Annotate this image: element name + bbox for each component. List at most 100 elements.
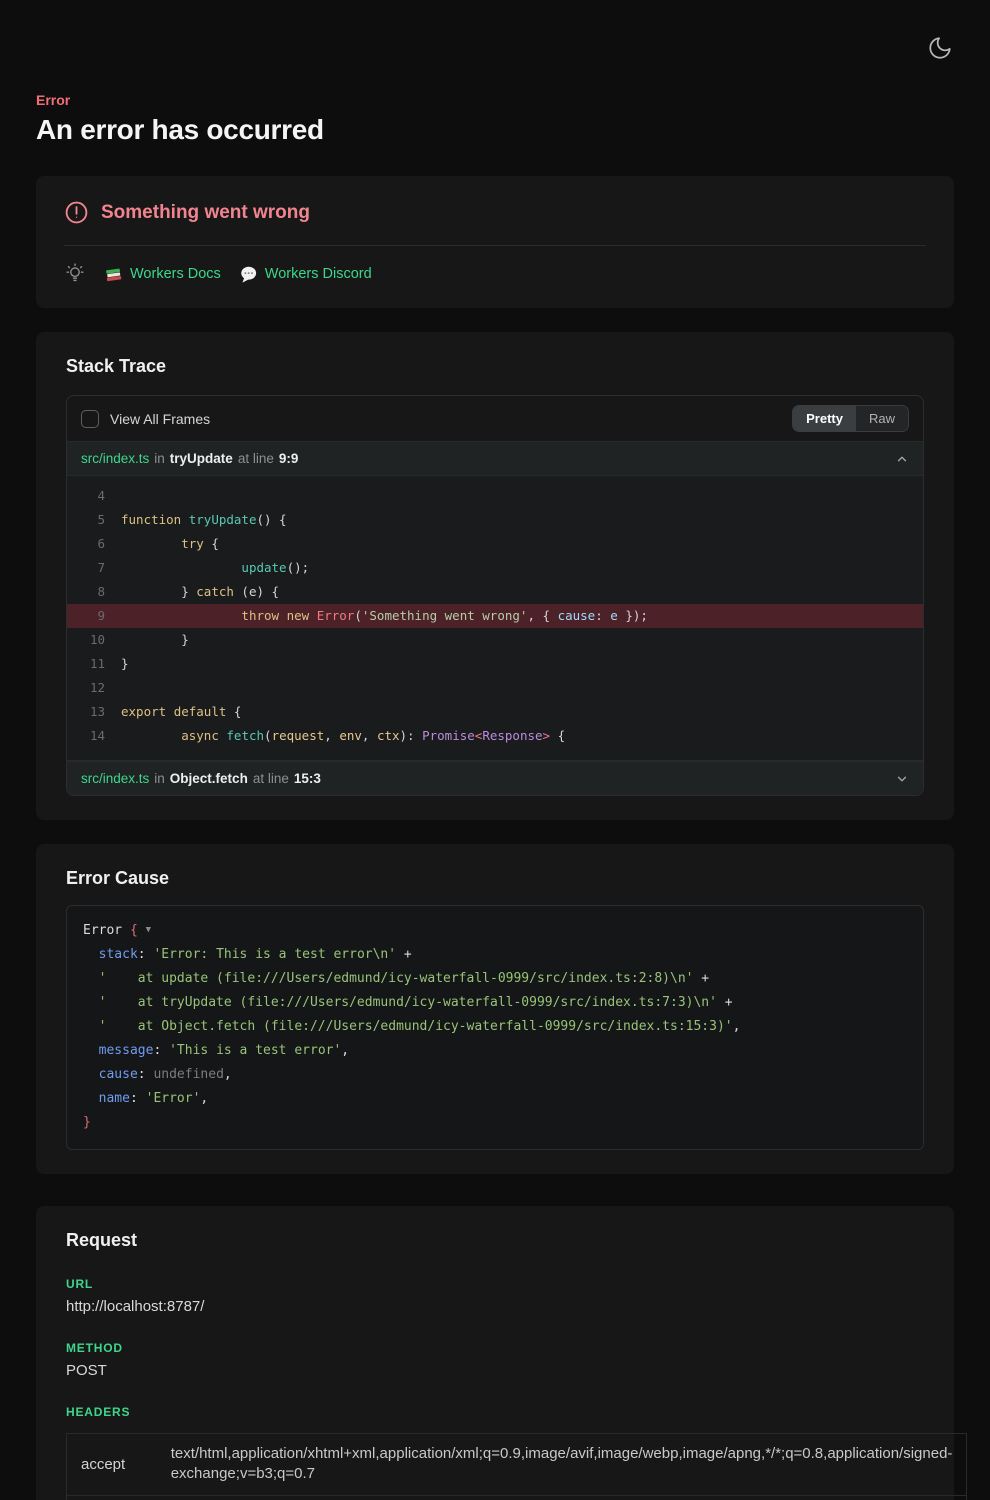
code-token — [279, 608, 287, 623]
frame-line: 15:3 — [294, 771, 321, 786]
code-token: name — [99, 1091, 130, 1106]
code-token — [181, 512, 189, 527]
line-number: 7 — [67, 556, 121, 580]
top-bar — [36, 0, 954, 62]
code-token[interactable]: ▼ — [146, 925, 151, 935]
raw-button[interactable]: Raw — [856, 406, 908, 431]
code-token — [83, 1019, 99, 1034]
code-token: new — [287, 608, 310, 623]
code-token: + — [693, 971, 709, 986]
workers-discord-link[interactable]: Workers Discord — [239, 265, 372, 284]
frame-file: src/index.ts — [81, 771, 149, 786]
alert-card: Something went wrong — [36, 176, 954, 308]
code-token: } — [83, 1115, 91, 1130]
code-token: { — [226, 704, 241, 719]
error-cause-line: message: 'This is a test error', — [83, 1039, 907, 1063]
code-token: request — [272, 728, 325, 743]
error-cause-line: Error { ▼ — [83, 918, 907, 943]
stack-frame-header-1[interactable]: src/index.ts in tryUpdate at line 9:9 — [67, 441, 923, 475]
code-token: Response — [482, 728, 542, 743]
error-cause-line: stack: 'Error: This is a test error\n' + — [83, 943, 907, 967]
frame-at-words: at line — [238, 451, 274, 466]
divider — [64, 245, 926, 246]
code-token — [121, 728, 181, 743]
stack-frame-header-2[interactable]: src/index.ts in Object.fetch at line 15:… — [67, 761, 923, 795]
stack-trace-toolbar: View All Frames Pretty Raw — [67, 396, 923, 441]
headers-label: HEADERS — [66, 1405, 924, 1419]
pretty-button[interactable]: Pretty — [793, 406, 856, 431]
line-number: 13 — [67, 700, 121, 724]
code-text: } — [121, 628, 189, 652]
code-token — [121, 608, 241, 623]
chevron-up-icon[interactable] — [895, 452, 909, 466]
code-token: ): — [400, 728, 423, 743]
code-line: 14 async fetch(request, env, ctx): Promi… — [67, 724, 923, 748]
code-line: 10 } — [67, 628, 923, 652]
error-page: Error An error has occurred Something we… — [0, 0, 990, 1500]
headers-table: accepttext/html,application/xhtml+xml,ap… — [66, 1433, 967, 1500]
header-row: accept-encodingbr, gzip — [67, 1495, 967, 1500]
code-token: (); — [287, 560, 310, 575]
code-listing: 45function tryUpdate() {6 try {7 update(… — [67, 475, 923, 761]
code-text: async fetch(request, env, ctx): Promise<… — [121, 724, 565, 748]
frame-file: src/index.ts — [81, 451, 149, 466]
code-token — [83, 1067, 99, 1082]
code-token: ' at update (file:///Users/edmund/icy-wa… — [99, 971, 694, 986]
code-line: 8 } catch (e) { — [67, 580, 923, 604]
line-number: 14 — [67, 724, 121, 748]
code-token — [83, 1091, 99, 1106]
code-line: 4 — [67, 484, 923, 508]
code-token: env — [339, 728, 362, 743]
code-token: { — [204, 536, 219, 551]
code-token: 'Something went wrong' — [362, 608, 528, 623]
header-value: br, gzip — [157, 1495, 967, 1500]
workers-discord-label: Workers Discord — [265, 266, 372, 282]
line-number: 12 — [67, 676, 121, 700]
code-token: export — [121, 704, 166, 719]
code-token: { — [130, 923, 138, 938]
speech-balloon-icon — [239, 265, 258, 284]
code-token: ' at Object.fetch (file:///Users/edmund/… — [99, 1019, 733, 1034]
code-token: ( — [264, 728, 272, 743]
code-text: } — [121, 652, 129, 676]
page-title: An error has occurred — [36, 114, 954, 146]
books-icon — [104, 265, 123, 284]
code-token: default — [174, 704, 227, 719]
code-token: , — [200, 1091, 208, 1106]
code-token: 'This is a test error' — [169, 1043, 341, 1058]
code-token: , — [341, 1043, 349, 1058]
header-row: accepttext/html,application/xhtml+xml,ap… — [67, 1434, 967, 1496]
code-token: } — [121, 656, 129, 671]
code-token: ctx — [377, 728, 400, 743]
code-token: + — [396, 947, 412, 962]
code-token — [83, 971, 99, 986]
code-token: catch — [196, 584, 234, 599]
workers-docs-link[interactable]: Workers Docs — [104, 265, 221, 284]
code-token: tryUpdate — [189, 512, 257, 527]
theme-toggle-button[interactable] — [926, 34, 954, 62]
code-token: cause — [558, 608, 596, 623]
code-text: try { — [121, 532, 219, 556]
error-cause-heading: Error Cause — [66, 868, 924, 889]
workers-docs-label: Workers Docs — [130, 266, 221, 282]
code-token: ' at tryUpdate (file:///Users/edmund/icy… — [99, 995, 717, 1010]
code-token — [83, 1043, 99, 1058]
code-line-highlighted: 9 throw new Error('Something went wrong'… — [67, 604, 923, 628]
code-token: message — [99, 1043, 154, 1058]
code-token: (e) { — [234, 584, 279, 599]
frame-in-word: in — [154, 771, 165, 786]
error-cause-line: } — [83, 1111, 907, 1135]
url-label: URL — [66, 1277, 924, 1291]
header-name: accept — [67, 1434, 157, 1496]
code-line: 13export default { — [67, 700, 923, 724]
code-text: export default { — [121, 700, 241, 724]
line-number: 10 — [67, 628, 121, 652]
error-cause-line: ' at Object.fetch (file:///Users/edmund/… — [83, 1015, 907, 1039]
view-all-frames-checkbox[interactable] — [81, 410, 99, 428]
stack-trace-card: Stack Trace View All Frames Pretty Raw s… — [36, 332, 954, 820]
chevron-down-icon[interactable] — [895, 772, 909, 786]
header-value: text/html,application/xhtml+xml,applicat… — [157, 1434, 967, 1496]
code-text: throw new Error('Something went wrong', … — [121, 604, 648, 628]
error-kicker: Error — [36, 92, 954, 108]
moon-icon — [927, 35, 953, 61]
